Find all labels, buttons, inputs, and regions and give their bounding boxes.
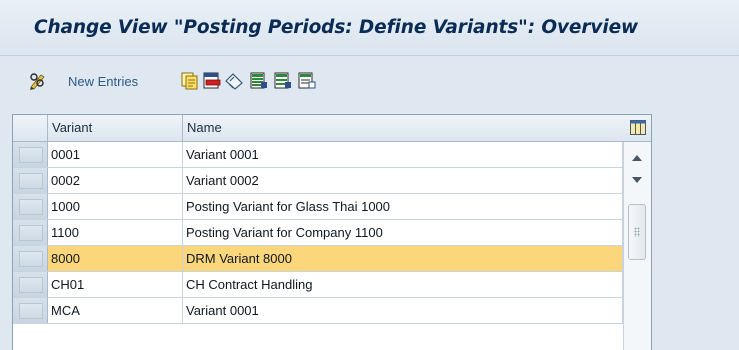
cell-name[interactable]: CH Contract Handling — [183, 272, 623, 297]
scrollbar-grip-icon — [634, 227, 640, 237]
row-selector[interactable] — [13, 220, 48, 245]
column-header-variant[interactable]: Variant — [48, 115, 183, 141]
scrollbar-thumb[interactable] — [628, 204, 646, 260]
table-row[interactable]: 0002 Variant 0002 — [13, 168, 623, 194]
cell-variant[interactable]: 1100 — [48, 220, 183, 245]
table-row[interactable]: MCA Variant 0001 — [13, 298, 623, 324]
undo-change-icon[interactable] — [224, 72, 244, 94]
table-row-selected[interactable]: 8000 DRM Variant 8000 — [13, 246, 623, 272]
cell-variant[interactable]: CH01 — [48, 272, 183, 297]
cell-variant[interactable]: 0001 — [48, 142, 183, 167]
cell-variant[interactable]: MCA — [48, 298, 183, 323]
row-selector[interactable] — [13, 142, 48, 167]
cell-name[interactable]: Posting Variant for Company 1100 — [183, 220, 623, 245]
row-selector[interactable] — [13, 246, 48, 271]
cell-variant[interactable]: 8000 — [48, 246, 183, 271]
page-title: Change View "Posting Periods: Define Var… — [34, 17, 639, 38]
table-row[interactable]: CH01 CH Contract Handling — [13, 272, 623, 298]
variants-table: Variant Name 0001 Variant 0001 0002 Vari… — [12, 114, 652, 350]
cell-name[interactable]: Variant 0001 — [183, 142, 623, 167]
copy-icon[interactable] — [181, 72, 199, 94]
change-display-icon[interactable] — [28, 72, 48, 94]
select-block-icon[interactable] — [274, 72, 292, 94]
table-row[interactable]: 1000 Posting Variant for Glass Thai 1000 — [13, 194, 623, 220]
vertical-scrollbar[interactable] — [623, 142, 651, 350]
deselect-all-icon[interactable] — [298, 72, 316, 94]
row-selector[interactable] — [13, 168, 48, 193]
table-header: Variant Name — [13, 115, 651, 142]
cell-name[interactable]: Variant 0001 — [183, 298, 623, 323]
cell-name[interactable]: Posting Variant for Glass Thai 1000 — [183, 194, 623, 219]
row-selector[interactable] — [13, 272, 48, 297]
column-header-name[interactable]: Name — [183, 115, 623, 141]
scroll-down-icon[interactable] — [629, 172, 645, 186]
delete-icon[interactable] — [203, 72, 221, 94]
table-row[interactable]: 0001 Variant 0001 — [13, 142, 623, 168]
application-toolbar: New Entries — [0, 57, 739, 109]
scroll-up-icon[interactable] — [629, 150, 645, 164]
row-selector[interactable] — [13, 298, 48, 323]
select-all-rows-button[interactable] — [13, 115, 48, 141]
cell-name[interactable]: DRM Variant 8000 — [183, 246, 623, 271]
row-selector[interactable] — [13, 194, 48, 219]
select-all-icon[interactable] — [250, 72, 268, 94]
cell-variant[interactable]: 1000 — [48, 194, 183, 219]
cell-name[interactable]: Variant 0002 — [183, 168, 623, 193]
title-bar: Change View "Posting Periods: Define Var… — [0, 0, 739, 56]
new-entries-button[interactable]: New Entries — [68, 74, 138, 89]
table-settings-icon[interactable] — [630, 120, 646, 135]
table-row[interactable]: 1100 Posting Variant for Company 1100 — [13, 220, 623, 246]
cell-variant[interactable]: 0002 — [48, 168, 183, 193]
